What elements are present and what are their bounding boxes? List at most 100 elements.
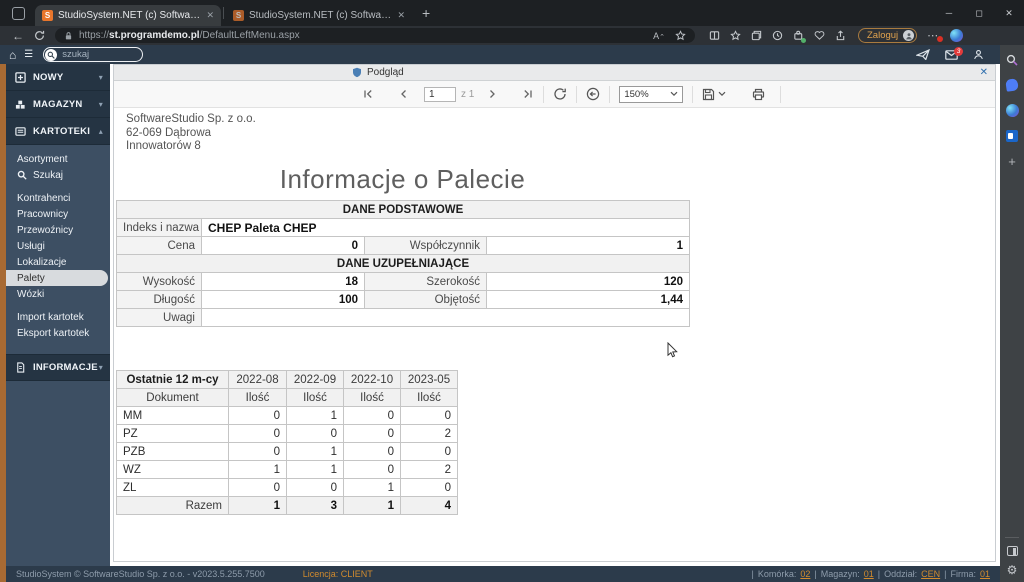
search-box[interactable] <box>43 47 143 62</box>
refresh-preview-button[interactable] <box>553 87 567 101</box>
window-minimize-icon[interactable]: ─ <box>934 0 964 26</box>
document-icon <box>15 362 26 373</box>
sidebar-item-pracownicy[interactable]: Pracownicy <box>6 206 110 222</box>
share-icon[interactable] <box>835 30 846 41</box>
window-close-icon[interactable]: ✕ <box>994 0 1024 26</box>
komorka-link[interactable]: 02 <box>800 569 810 579</box>
back-button[interactable] <box>586 87 600 101</box>
oddzial-label: Oddział: <box>884 569 917 579</box>
objetosc-label: Objętość <box>365 291 487 309</box>
tab-title: StudioSystem.NET (c) SoftwareSt <box>58 10 201 21</box>
login-button[interactable]: Zaloguj <box>858 28 917 43</box>
doc-qty: 0 <box>229 443 287 461</box>
razem-value: 1 <box>229 497 287 515</box>
sidebar-item-wozki[interactable]: Wózki <box>6 286 110 302</box>
sidebar-item-import-kartotek[interactable]: Import kartotek <box>6 309 110 325</box>
company-address-block: SoftwareStudio Sp. z o.o. 62-069 Dąbrowa… <box>126 113 256 154</box>
new-tab-button[interactable]: + <box>422 5 430 21</box>
back-button[interactable]: ← <box>12 29 24 43</box>
wysokosc-label: Wysokość <box>117 273 202 291</box>
modal-close-icon[interactable]: ✕ <box>980 67 988 78</box>
dokument-header: Dokument <box>117 389 229 407</box>
home-icon[interactable]: ⌂ <box>9 49 16 61</box>
window-maximize-icon[interactable]: ◻ <box>964 0 994 26</box>
item-label: Przewoźnicy <box>17 225 73 236</box>
sidebar: NOWY ▾ MAGAZYN ▾ KARTOTEKI ▴ Asortyment … <box>6 64 110 566</box>
page-number-input[interactable] <box>424 87 456 102</box>
firma-link[interactable]: 01 <box>980 569 990 579</box>
split-screen-icon[interactable] <box>709 30 720 41</box>
sidebar-section-informacje[interactable]: INFORMACJE ▾ <box>6 354 110 381</box>
sidebar-item-przewoznicy[interactable]: Przewoźnicy <box>6 222 110 238</box>
sidebar-item-asortyment[interactable]: Asortyment <box>6 151 110 167</box>
send-icon[interactable] <box>916 49 930 60</box>
section-label: KARTOTEKI <box>33 126 90 137</box>
browser-essentials-icon[interactable] <box>814 30 825 41</box>
next-page-button[interactable] <box>486 88 498 100</box>
sidebar-panel-icon[interactable] <box>1007 546 1018 556</box>
save-icon[interactable] <box>702 88 715 101</box>
edge-sidebar-rail: + ⚙ <box>1000 45 1024 582</box>
refresh-button[interactable] <box>34 30 45 41</box>
collections-icon[interactable] <box>751 30 762 41</box>
user-icon[interactable] <box>973 49 984 60</box>
read-aloud-icon[interactable]: A⌃ <box>653 31 665 41</box>
item-label: Palety <box>17 273 45 284</box>
sidebar-search-icon[interactable] <box>1006 54 1018 66</box>
doc-qty: 0 <box>401 443 458 461</box>
table-row: PZ 0 0 0 2 <box>117 425 458 443</box>
zoom-select[interactable]: 150% <box>619 86 683 103</box>
ilosc-header: Ilość <box>287 389 344 407</box>
magazyn-link[interactable]: 01 <box>864 569 874 579</box>
browser-menu-icon[interactable]: ⋯ <box>927 29 939 42</box>
section-label: NOWY <box>33 72 63 83</box>
license-text: Licencja: CLIENT <box>303 569 373 579</box>
extensions-update-dot <box>801 38 806 43</box>
previous-page-button[interactable] <box>398 88 410 100</box>
sidebar-section-kartoteki[interactable]: KARTOTEKI ▴ <box>6 118 110 145</box>
search-input[interactable] <box>62 49 134 60</box>
shopping-icon[interactable] <box>1005 78 1019 92</box>
add-sidebar-app-icon[interactable]: + <box>1008 155 1016 168</box>
favorite-star-icon[interactable] <box>675 30 686 41</box>
sidebar-item-kontrahenci[interactable]: Kontrahenci <box>6 190 110 206</box>
sidebar-item-eksport-kartotek[interactable]: Eksport kartotek <box>6 325 110 341</box>
menu-icon[interactable]: ☰ <box>24 49 33 60</box>
item-label: Szukaj <box>33 170 63 181</box>
sidebar-item-palety[interactable]: Palety <box>6 270 108 286</box>
doc-code: ZL <box>117 479 229 497</box>
doc-qty: 1 <box>229 461 287 479</box>
monthly-documents-table: Ostatnie 12 m-cy 2022-08 2022-09 2022-10… <box>116 370 458 515</box>
browser-tab-inactive[interactable]: S StudioSystem.NET (c) SoftwareSt ✕ <box>226 5 412 26</box>
sidebar-section-magazyn[interactable]: MAGAZYN ▾ <box>6 91 110 118</box>
first-page-button[interactable] <box>362 88 374 100</box>
sidebar-section-nowy[interactable]: NOWY ▾ <box>6 64 110 91</box>
url-field[interactable]: https://st.programdemo.pl/DefaultLeftMen… <box>55 28 695 43</box>
history-icon[interactable] <box>772 30 783 41</box>
copilot-sidebar-icon[interactable] <box>1006 104 1019 117</box>
microsoft365-icon[interactable] <box>1006 130 1018 142</box>
copilot-icon[interactable] <box>950 29 963 42</box>
page-count-label: z 1 <box>461 89 474 100</box>
month-header: 2022-10 <box>344 371 401 389</box>
print-icon[interactable] <box>752 88 765 101</box>
browser-tab-active[interactable]: S StudioSystem.NET (c) SoftwareSt ✕ <box>35 5 221 26</box>
wysokosc-value: 18 <box>202 273 365 291</box>
chevron-up-icon: ▴ <box>99 127 103 136</box>
chevron-down-icon: ▾ <box>99 73 103 82</box>
tab-workspaces-icon[interactable] <box>12 7 25 20</box>
oddzial-link[interactable]: CEN <box>921 569 940 579</box>
wspolczynnik-label: Współczynnik <box>365 237 487 255</box>
tab-close-icon[interactable]: ✕ <box>206 10 214 21</box>
save-options-chevron-icon[interactable] <box>718 91 726 97</box>
sidebar-item-lokalizacje[interactable]: Lokalizacje <box>6 254 110 270</box>
sidebar-item-uslugi[interactable]: Usługi <box>6 238 110 254</box>
sidebar-item-szukaj[interactable]: Szukaj <box>6 167 110 183</box>
favorites-icon[interactable] <box>730 30 741 41</box>
tab-close-icon[interactable]: ✕ <box>397 10 405 21</box>
doc-qty: 0 <box>287 479 344 497</box>
company-street: Innowatorów 8 <box>126 140 256 154</box>
sidebar-settings-icon[interactable]: ⚙ <box>1007 564 1018 576</box>
last-page-button[interactable] <box>522 88 534 100</box>
search-icon <box>45 49 57 61</box>
